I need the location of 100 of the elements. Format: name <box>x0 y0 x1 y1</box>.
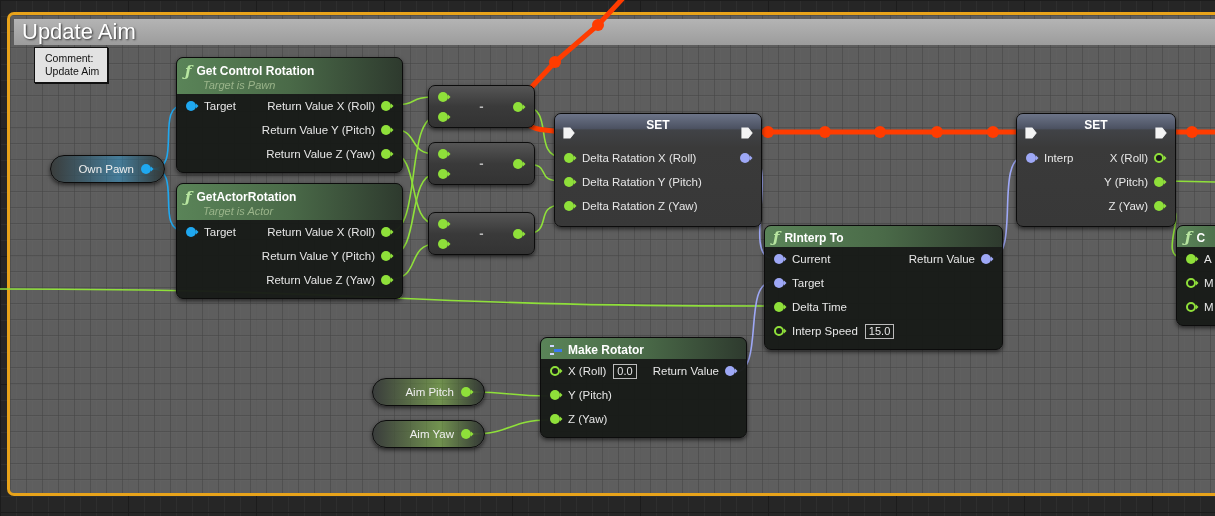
pin-label: Target <box>204 100 236 112</box>
pin-icon[interactable] <box>1153 176 1167 188</box>
comment-tooltip: Comment: Update Aim <box>34 47 109 83</box>
pin-icon[interactable] <box>549 365 563 377</box>
pin-label: Return Value X (Roll) <box>267 226 375 238</box>
pin-icon[interactable] <box>185 100 199 112</box>
subtract-node[interactable]: - <box>428 212 535 255</box>
pin-label: Target <box>204 226 236 238</box>
variable-label: Aim Pitch <box>405 386 454 398</box>
comment-title: Update Aim <box>22 19 136 45</box>
pin-icon[interactable] <box>1025 152 1039 164</box>
pin-label: Target <box>792 277 824 289</box>
pin-label: Return Value Y (Pitch) <box>261 250 375 262</box>
node-subtitle: Target is Pawn <box>202 78 277 91</box>
pin-label: Interp <box>1044 152 1074 164</box>
exec-pin-icon[interactable] <box>741 127 753 139</box>
node-subtitle: Target is Actor <box>202 204 275 217</box>
variable-node[interactable]: Aim Pitch <box>372 378 485 406</box>
pin-label: Return Value Z (Yaw) <box>266 148 375 160</box>
exec-pin-icon[interactable] <box>1155 127 1167 139</box>
pin-icon[interactable] <box>380 226 394 238</box>
pin-icon[interactable] <box>739 152 753 164</box>
pin-icon[interactable] <box>773 301 787 313</box>
pin-icon[interactable] <box>437 90 451 103</box>
pin-label: Interp Speed <box>792 325 858 337</box>
operator-label: - <box>479 226 484 241</box>
pin-icon[interactable] <box>437 147 451 160</box>
operator-label: - <box>479 99 484 114</box>
pin-label: Current <box>792 253 831 265</box>
pin-label: Delta Ratation Y (Pitch) <box>582 176 702 188</box>
pin-label: Delta Time <box>792 301 847 313</box>
node-title: GetActorRotation <box>196 190 297 204</box>
function-node[interactable]: ƒ GetActorRotation Target is Actor Target Return Value X (Roll) Return Value Y (Pitch) Return Value Z (Yaw) <box>176 183 403 299</box>
pin-icon[interactable] <box>563 176 577 188</box>
pin-icon[interactable] <box>1153 200 1167 212</box>
pin-icon[interactable] <box>460 386 474 398</box>
variable-label: Aim Yaw <box>409 428 454 440</box>
pin-icon[interactable] <box>1185 277 1199 289</box>
pin-label: X (Roll) <box>568 365 607 377</box>
pin-icon[interactable] <box>460 428 474 440</box>
pin-label: Z (Yaw) <box>1108 200 1148 212</box>
pin-icon[interactable] <box>549 413 563 425</box>
variable-node[interactable]: Own Pawn <box>50 155 165 183</box>
variable-node[interactable]: Aim Yaw <box>372 420 485 448</box>
pin-icon[interactable] <box>1153 152 1167 164</box>
pin-icon[interactable] <box>185 226 199 238</box>
node-title: SET <box>1084 118 1108 132</box>
pin-icon[interactable] <box>437 110 451 123</box>
pin-icon[interactable] <box>773 325 787 337</box>
pin-icon[interactable] <box>512 227 526 240</box>
pin-label: Return Value <box>652 365 719 377</box>
pin-icon[interactable] <box>512 157 526 170</box>
node-title: Get Control Rotation <box>196 64 315 78</box>
operator-label: - <box>479 156 484 171</box>
pin-icon[interactable] <box>380 274 394 286</box>
node-title: SET <box>646 118 670 132</box>
set-node[interactable]: SET Delta Ratation X (Roll) Delta Ratation Y (Pitch) Delta Ratation Z (Yaw) <box>554 113 762 227</box>
pin-icon[interactable] <box>980 253 994 265</box>
pin-icon[interactable] <box>773 277 787 289</box>
pin-icon[interactable] <box>773 253 787 265</box>
set-node[interactable]: SET Interp X (Roll) Y (Pitch) Z (Yaw) <box>1016 113 1176 227</box>
variable-label: Own Pawn <box>78 163 134 175</box>
pin-icon[interactable] <box>549 389 563 401</box>
pin-label: M <box>1204 301 1214 313</box>
pin-icon[interactable] <box>563 200 577 212</box>
function-node[interactable]: Make Rotator X (Roll) 0.0 Return Value Y (Pitch) Z (Yaw) <box>540 337 747 438</box>
pin-icon[interactable] <box>380 124 394 136</box>
pin-label: Return Value Y (Pitch) <box>261 124 375 136</box>
node-title: Make Rotator <box>568 342 644 357</box>
value-field[interactable]: 0.0 <box>613 363 637 379</box>
pin-icon[interactable] <box>380 100 394 112</box>
pin-icon[interactable] <box>437 167 451 180</box>
subtract-node[interactable]: - <box>428 85 535 128</box>
function-node[interactable]: ƒ Get Control Rotation Target is Pawn Target Return Value X (Roll) Return Value Y (Pitch) Return Value Z (Yaw) <box>176 57 403 173</box>
pin-label: M <box>1204 277 1214 289</box>
pin-icon[interactable] <box>380 250 394 262</box>
function-node[interactable]: ƒ RInterp To Current Return Value Target Delta Time Interp Speed 15.0 <box>764 225 1003 350</box>
node-title: C <box>1196 230 1206 245</box>
pin-icon[interactable] <box>512 100 526 113</box>
subtract-node[interactable]: - <box>428 142 535 185</box>
value-field[interactable]: 15.0 <box>864 323 895 339</box>
pin-icon[interactable] <box>437 217 451 230</box>
pin-icon[interactable] <box>1185 253 1199 265</box>
pin-label: A <box>1204 253 1212 265</box>
struct-icon <box>549 343 563 356</box>
pin-label: Y (Pitch) <box>568 389 612 401</box>
pin-icon[interactable] <box>563 152 577 164</box>
pin-icon[interactable] <box>437 237 451 250</box>
pin-label: Return Value X (Roll) <box>267 100 375 112</box>
pin-icon[interactable] <box>724 365 738 377</box>
pin-label: Return Value <box>908 253 975 265</box>
exec-pin-icon[interactable] <box>563 127 575 139</box>
pin-label: X (Roll) <box>1109 152 1148 164</box>
pin-label: Delta Ratation X (Roll) <box>582 152 697 164</box>
pin-icon[interactable] <box>380 148 394 160</box>
pin-icon[interactable] <box>1185 301 1199 313</box>
pin-label: Delta Ratation Z (Yaw) <box>582 200 698 212</box>
exec-pin-icon[interactable] <box>1025 127 1037 139</box>
pin-label: Return Value Z (Yaw) <box>266 274 375 286</box>
function-node[interactable]: ƒ C A M M <box>1176 225 1215 326</box>
